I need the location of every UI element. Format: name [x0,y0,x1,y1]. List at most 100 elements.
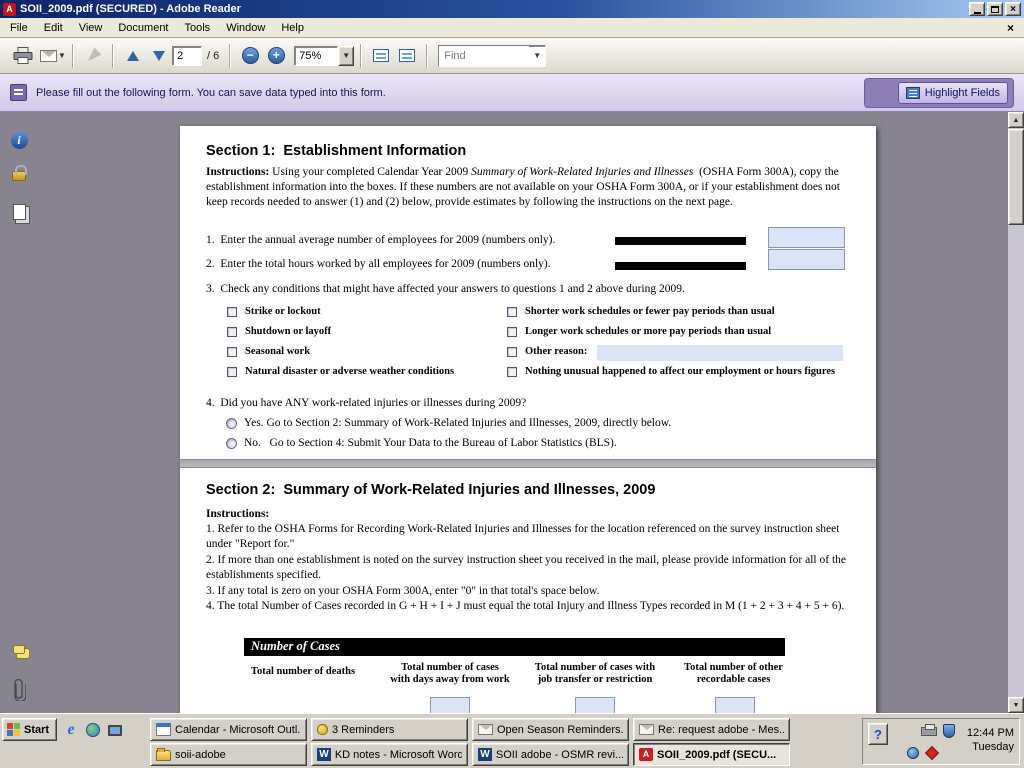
menu-file[interactable]: File [2,19,36,37]
employees-2009-field[interactable] [768,227,845,248]
pen-icon [85,47,102,64]
task-button-open-season[interactable]: Open Season Reminders... [472,718,629,741]
window-title: SOII_2009.pdf (SECURED) - Adobe Reader [20,3,241,15]
column-header-deaths: Total number of deaths [238,666,368,678]
section1-heading: Section 1: Establishment Information [206,143,466,159]
radio-yes-label: Yes. Go to Section 2: Summary of Work-Re… [244,416,671,431]
menu-window[interactable]: Window [218,19,273,37]
start-label: Start [24,724,49,736]
zoom-in-button[interactable]: + [263,43,289,69]
section2-instruction-1: 1. Refer to the OSHA Forms for Recording… [206,522,858,552]
radio-no[interactable] [226,438,237,449]
task-button-kd-notes[interactable]: W KD notes - Microsoft Word [311,743,468,766]
print-button[interactable] [10,43,36,69]
start-button[interactable]: Start [2,718,57,741]
highlight-fields-zone: Highlight Fields [864,78,1014,108]
titlebar: A SOII_2009.pdf (SECURED) - Adobe Reader… [0,0,1024,18]
find-options-arrow[interactable]: ▼ [529,51,545,60]
folder-icon [156,750,171,761]
task-button-outlook-calendar[interactable]: Calendar - Microsoft Outl... [150,718,307,741]
task-button-soii-adobe-folder[interactable]: soii-adobe [150,743,307,766]
checkbox-shorter-schedules[interactable] [507,307,517,317]
printer-tray-icon[interactable] [921,727,937,736]
other-reason-field[interactable] [597,345,843,361]
checkbox-label: Natural disaster or adverse weather cond… [245,366,454,377]
task-button-soii-adobe-doc[interactable]: W SOII adobe - OSMR revi... [472,743,629,766]
checkbox-natural-disaster[interactable] [227,367,237,377]
clock-time: 12:44 PM [954,726,1014,740]
form-message-text: Please fill out the following form. You … [36,87,386,99]
next-page-button[interactable] [146,43,172,69]
pages-panel-icon[interactable] [8,200,30,224]
scrollbar-thumb[interactable] [1008,129,1024,225]
checkbox-strike-or-lockout[interactable] [227,307,237,317]
share-button[interactable]: ▼ [40,43,66,69]
question3-text: 3. Check any conditions that might have … [206,282,685,297]
comments-panel-icon[interactable] [8,640,30,664]
menu-help[interactable]: Help [273,19,312,37]
menu-view[interactable]: View [71,19,111,37]
section-divider [180,459,876,468]
scroll-down-button[interactable]: ▼ [1008,697,1024,713]
maximize-icon [991,6,999,13]
share-dropdown-arrow[interactable]: ▼ [58,51,66,60]
zoom-level-select[interactable]: 75% ▼ [294,46,354,66]
radio-yes[interactable] [226,418,237,429]
document-area: i Section 1: Establishment Information I… [0,112,1024,713]
cases-days-away-field[interactable] [430,697,470,713]
maximize-button[interactable] [987,2,1003,16]
checkbox-longer-schedules[interactable] [507,327,517,337]
section2-instructions-label: Instructions: [206,507,269,522]
section2-instruction-3: 3. If any total is zero on your OSHA For… [206,584,858,599]
alert-icon[interactable] [927,748,937,758]
highlight-fields-button[interactable]: Highlight Fields [898,82,1008,104]
cases-job-transfer-field[interactable] [575,697,615,713]
how-to-icon[interactable]: i [8,128,30,152]
show-desktop-icon[interactable] [106,721,124,739]
attachments-panel-icon[interactable] [8,678,30,702]
msn-icon[interactable] [84,721,102,739]
menu-tools[interactable]: Tools [177,19,219,37]
previous-page-button[interactable] [120,43,146,69]
page-number-input[interactable] [172,46,202,66]
redaction-bar [615,262,746,270]
system-tray: ? 12:44 PM Tuesday [862,718,1020,765]
zoom-dropdown-arrow[interactable]: ▼ [338,46,354,66]
close-button[interactable]: × [1005,2,1021,16]
lock-icon [12,171,26,181]
checkbox-label: Nothing unusual happened to affect our e… [525,366,835,377]
menu-document[interactable]: Document [110,19,176,37]
internet-explorer-icon[interactable]: e [62,721,80,739]
menu-edit[interactable]: Edit [36,19,71,37]
checkbox-shutdown-or-layoff[interactable] [227,327,237,337]
minimize-button[interactable] [969,2,985,16]
close-document-icon[interactable]: × [999,21,1022,35]
mail-icon [639,724,654,735]
task-button-request-adobe[interactable]: Re: request adobe - Mes... [633,718,790,741]
clock-day: Tuesday [954,740,1014,754]
zoom-out-button[interactable]: − [237,43,263,69]
checkbox-other-reason[interactable] [507,347,517,357]
hours-2009-field[interactable] [768,249,845,270]
scroll-up-button[interactable]: ▲ [1008,112,1024,128]
windows-logo-icon [7,723,21,736]
help-tray-button[interactable]: ? [868,723,888,745]
find-box: ▼ [438,45,546,67]
window-controls: × [969,2,1021,16]
vertical-scrollbar[interactable]: ▲ ▼ [1008,112,1024,713]
task-button-soii-2009-pdf[interactable]: A SOII_2009.pdf (SECU... [633,743,790,766]
checkbox-nothing-unusual[interactable] [507,367,517,377]
paperclip-icon [12,679,26,701]
toolbar-separator [112,44,114,68]
full-screen-button[interactable] [394,43,420,69]
find-input[interactable] [439,46,529,66]
security-settings-icon[interactable] [8,160,30,184]
highlight-fields-label: Highlight Fields [925,87,1000,99]
minimize-icon [974,12,981,14]
cases-other-recordable-field[interactable] [715,697,755,713]
scrolling-pages-button[interactable] [368,43,394,69]
up-arrow-icon [127,51,139,61]
volume-icon[interactable] [907,747,919,759]
task-button-reminders[interactable]: 3 Reminders [311,718,468,741]
checkbox-seasonal-work[interactable] [227,347,237,357]
